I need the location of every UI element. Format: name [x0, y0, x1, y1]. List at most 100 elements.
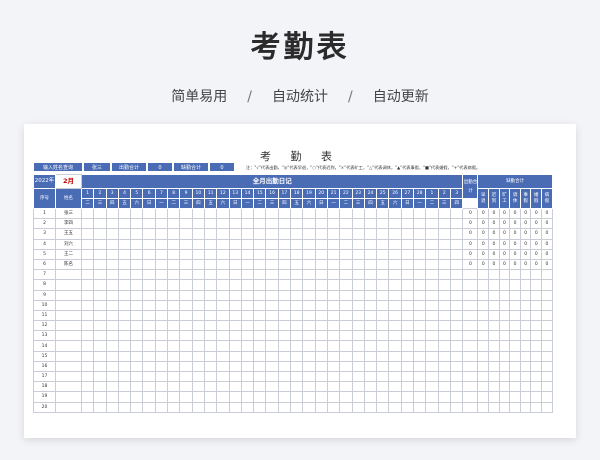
attendance-cell[interactable] [130, 401, 144, 413]
attendance-cell[interactable] [413, 228, 427, 240]
attendance-cell[interactable] [191, 320, 205, 332]
attendance-cell[interactable] [154, 228, 169, 240]
attendance-cell[interactable] [167, 218, 181, 230]
attendance-cell[interactable] [80, 248, 95, 260]
attendance-cell[interactable] [388, 248, 402, 260]
attendance-cell[interactable] [363, 370, 378, 383]
attendance-cell[interactable] [228, 391, 242, 403]
attendance-cell[interactable] [179, 401, 193, 413]
attendance-cell[interactable] [228, 258, 242, 271]
attendance-cell[interactable] [290, 228, 304, 240]
attendance-cell[interactable] [154, 279, 169, 291]
attendance-cell[interactable] [203, 401, 218, 413]
attendance-cell[interactable] [425, 320, 439, 332]
attendance-cell[interactable] [154, 248, 169, 260]
attendance-cell[interactable] [363, 269, 378, 281]
attendance-cell[interactable] [326, 238, 341, 250]
attendance-cell[interactable] [142, 320, 156, 332]
attendance-cell[interactable] [203, 207, 218, 220]
attendance-cell[interactable] [339, 370, 353, 383]
attendance-cell[interactable] [179, 330, 193, 342]
attendance-cell[interactable] [449, 320, 464, 332]
attendance-cell[interactable] [253, 248, 267, 260]
attendance-cell[interactable] [117, 299, 132, 311]
attendance-cell[interactable] [93, 218, 107, 230]
attendance-cell[interactable] [216, 248, 230, 260]
attendance-cell[interactable] [326, 299, 341, 311]
attendance-cell[interactable] [130, 207, 144, 220]
attendance-cell[interactable] [117, 238, 132, 250]
attendance-cell[interactable] [216, 289, 230, 301]
attendance-cell[interactable] [130, 391, 144, 403]
attendance-cell[interactable] [413, 340, 427, 352]
attendance-cell[interactable] [80, 391, 95, 403]
attendance-cell[interactable] [277, 350, 292, 362]
row-employee-name[interactable] [55, 340, 82, 352]
attendance-cell[interactable] [203, 340, 218, 352]
attendance-cell[interactable] [154, 207, 169, 220]
attendance-cell[interactable] [376, 248, 390, 260]
attendance-cell[interactable] [203, 350, 218, 362]
attendance-cell[interactable] [425, 218, 439, 230]
attendance-cell[interactable] [93, 269, 107, 281]
attendance-cell[interactable] [93, 350, 107, 362]
attendance-cell[interactable] [93, 309, 107, 322]
attendance-cell[interactable] [400, 401, 415, 413]
attendance-cell[interactable] [277, 238, 292, 250]
attendance-cell[interactable] [351, 258, 365, 271]
attendance-cell[interactable] [179, 299, 193, 311]
row-employee-name[interactable] [55, 381, 82, 393]
attendance-cell[interactable] [265, 320, 279, 332]
attendance-cell[interactable] [339, 401, 353, 413]
attendance-cell[interactable] [154, 289, 169, 301]
attendance-cell[interactable] [216, 381, 230, 393]
attendance-cell[interactable] [142, 391, 156, 403]
attendance-cell[interactable] [449, 269, 464, 281]
attendance-cell[interactable] [302, 228, 316, 240]
attendance-cell[interactable] [351, 218, 365, 230]
attendance-cell[interactable] [117, 350, 132, 362]
attendance-cell[interactable] [376, 207, 390, 220]
attendance-cell[interactable] [290, 330, 304, 342]
attendance-cell[interactable] [413, 207, 427, 220]
attendance-cell[interactable] [314, 350, 328, 362]
attendance-cell[interactable] [154, 238, 169, 250]
attendance-cell[interactable] [339, 330, 353, 342]
attendance-cell[interactable] [240, 340, 255, 352]
attendance-cell[interactable] [117, 391, 132, 403]
attendance-cell[interactable] [290, 248, 304, 260]
attendance-cell[interactable] [314, 289, 328, 301]
attendance-cell[interactable] [400, 370, 415, 383]
attendance-cell[interactable] [388, 340, 402, 352]
attendance-cell[interactable] [105, 401, 119, 413]
attendance-cell[interactable] [437, 207, 451, 220]
attendance-cell[interactable] [253, 228, 267, 240]
attendance-cell[interactable] [437, 218, 451, 230]
attendance-cell[interactable] [130, 248, 144, 260]
attendance-cell[interactable] [228, 207, 242, 220]
attendance-cell[interactable] [105, 360, 119, 373]
attendance-cell[interactable] [339, 207, 353, 220]
attendance-cell[interactable] [400, 258, 415, 271]
attendance-cell[interactable] [388, 238, 402, 250]
attendance-cell[interactable] [240, 320, 255, 332]
row-employee-name[interactable] [55, 350, 82, 362]
attendance-cell[interactable] [240, 360, 255, 373]
attendance-cell[interactable] [363, 350, 378, 362]
attendance-cell[interactable] [191, 340, 205, 352]
attendance-cell[interactable] [351, 391, 365, 403]
attendance-cell[interactable] [93, 401, 107, 413]
attendance-cell[interactable] [290, 218, 304, 230]
attendance-cell[interactable] [302, 289, 316, 301]
attendance-cell[interactable] [142, 401, 156, 413]
attendance-cell[interactable] [265, 391, 279, 403]
attendance-cell[interactable] [93, 330, 107, 342]
attendance-cell[interactable] [167, 340, 181, 352]
attendance-cell[interactable] [253, 207, 267, 220]
attendance-cell[interactable] [400, 381, 415, 393]
attendance-cell[interactable] [413, 269, 427, 281]
attendance-cell[interactable] [117, 330, 132, 342]
attendance-cell[interactable] [203, 289, 218, 301]
attendance-cell[interactable] [80, 401, 95, 413]
attendance-cell[interactable] [240, 248, 255, 260]
